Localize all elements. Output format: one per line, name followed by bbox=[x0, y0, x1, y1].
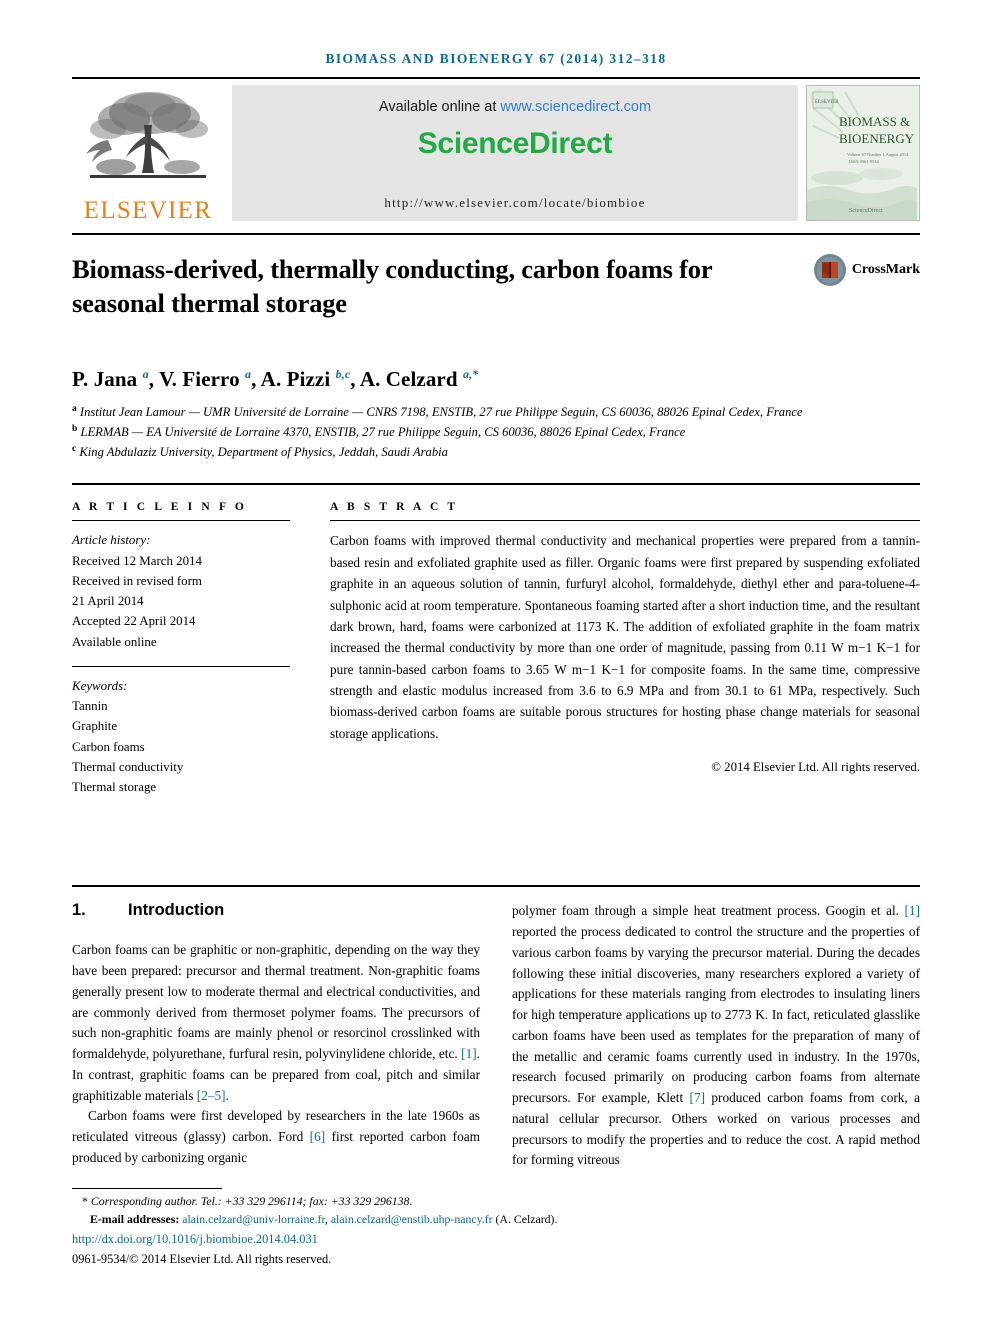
intro-paragraph-1: Carbon foams can be graphitic or non-gra… bbox=[72, 942, 480, 1103]
doi-link[interactable]: http://dx.doi.org/10.1016/j.biombioe.201… bbox=[72, 1230, 920, 1249]
history-item: Available online bbox=[72, 634, 157, 649]
email-label: E-mail addresses: bbox=[90, 1211, 180, 1226]
keyword-item: Tannin bbox=[72, 699, 108, 714]
svg-text:BIOMASS &: BIOMASS & bbox=[839, 114, 910, 129]
author-list: P. Jana a, V. Fierro a, A. Pizzi b,c, A.… bbox=[72, 367, 479, 391]
author-affil-mark: a,* bbox=[462, 367, 479, 381]
keyword-item: Graphite bbox=[72, 719, 118, 734]
keyword-list: Keywords: Tannin Graphite Carbon foams T… bbox=[72, 676, 290, 798]
history-item: 21 April 2014 bbox=[72, 594, 144, 609]
abstract-heading: A B S T R A C T bbox=[330, 501, 459, 514]
svg-text:ELSEVIER: ELSEVIER bbox=[815, 100, 839, 105]
body-section-rule bbox=[72, 885, 920, 888]
journal-masthead: ELSEVIER Available online at www.science… bbox=[72, 79, 920, 229]
email-addresses-line: E-mail addresses: alain.celzard@univ-lor… bbox=[90, 1211, 558, 1226]
affiliation-item: a Institut Jean Lamour — UMR Université … bbox=[72, 402, 862, 422]
issn-copyright-line: 0961-9534/© 2014 Elsevier Ltd. All right… bbox=[72, 1251, 332, 1266]
history-item: Accepted 22 April 2014 bbox=[72, 614, 196, 629]
author-affil-mark: a bbox=[142, 367, 149, 381]
affiliation-mark: b bbox=[72, 423, 78, 434]
sciencedirect-banner: Available online at www.sciencedirect.co… bbox=[232, 85, 798, 221]
affiliation-list: a Institut Jean Lamour — UMR Université … bbox=[72, 402, 862, 461]
elsevier-tree-icon bbox=[86, 92, 208, 178]
journal-cover-thumbnail: ELSEVIER BIOMASS & BIOENERGY Volume 67 N… bbox=[806, 85, 920, 221]
section-title: Introduction bbox=[128, 901, 225, 920]
author-affil-mark: b,c bbox=[335, 367, 351, 381]
keyword-item: Thermal conductivity bbox=[72, 759, 184, 774]
abstract-copyright: © 2014 Elsevier Ltd. All rights reserved… bbox=[711, 760, 920, 775]
intro-paragraph-3: polymer foam through a simple heat treat… bbox=[512, 903, 920, 1168]
citation-ref[interactable]: [6] bbox=[310, 1129, 326, 1144]
abstract-rule bbox=[330, 520, 920, 522]
keyword-item: Carbon foams bbox=[72, 739, 145, 754]
svg-text:Volume 67 Number 1 August 20: Volume 67 Number 1 August 2014 bbox=[847, 152, 909, 157]
email-suffix: (A. Celzard). bbox=[495, 1211, 558, 1226]
body-column-left: 1. Introduction Carbon foams can be grap… bbox=[72, 901, 480, 1171]
crossmark-icon bbox=[813, 254, 846, 286]
body-column-right: polymer foam through a simple heat treat… bbox=[512, 901, 920, 1171]
abstract-text: Carbon foams with improved thermal condu… bbox=[330, 533, 920, 741]
info-section-rule bbox=[72, 483, 920, 486]
article-history-label: Article history: bbox=[72, 533, 151, 548]
running-head: BIOMASS AND BIOENERGY 67 (2014) 312–318 bbox=[325, 51, 667, 66]
svg-text:ScienceDirect: ScienceDirect bbox=[849, 208, 883, 214]
asterisk-icon: * bbox=[82, 1194, 88, 1208]
title-block: Biomass-derived, thermally conducting, c… bbox=[72, 253, 920, 341]
email-link-1[interactable]: alain.celzard@univ-lorraine.fr bbox=[182, 1212, 325, 1226]
section-number: 1. bbox=[72, 901, 86, 920]
affiliation-mark: c bbox=[72, 443, 77, 454]
keywords-rule bbox=[72, 665, 290, 667]
affiliation-text: LERMAB — EA Université de Lorraine 4370,… bbox=[80, 425, 686, 439]
article-info-heading: A R T I C L E I N F O bbox=[72, 501, 247, 514]
svg-text:BIOENERGY: BIOENERGY bbox=[839, 131, 915, 146]
citation-ref[interactable]: [1] bbox=[461, 1046, 477, 1061]
citation-ref[interactable]: [1] bbox=[904, 903, 920, 918]
elsevier-wordmark: ELSEVIER bbox=[83, 197, 213, 224]
article-info-rule bbox=[72, 520, 290, 522]
svg-text:ISSN 0961-9534: ISSN 0961-9534 bbox=[849, 159, 879, 164]
affiliation-item: b LERMAB — EA Université de Lorraine 437… bbox=[72, 422, 862, 442]
affiliation-item: c King Abdulaziz University, Department … bbox=[72, 442, 862, 462]
affiliation-mark: a bbox=[72, 404, 77, 414]
sciencedirect-link[interactable]: www.sciencedirect.com bbox=[500, 99, 651, 115]
journal-cover-art: ELSEVIER BIOMASS & BIOENERGY Volume 67 N… bbox=[807, 86, 917, 220]
article-info-column: A R T I C L E I N F O Article history: R… bbox=[72, 501, 290, 797]
affiliation-text: King Abdulaziz University, Department of… bbox=[79, 444, 448, 459]
info-abstract-section: A R T I C L E I N F O Article history: R… bbox=[72, 501, 920, 797]
page-title: Biomass-derived, thermally conducting, c… bbox=[72, 254, 712, 318]
body-columns: 1. Introduction Carbon foams can be grap… bbox=[72, 901, 920, 1171]
section-heading-introduction: 1. Introduction bbox=[72, 901, 480, 920]
elsevier-logo: ELSEVIER bbox=[72, 79, 224, 229]
affiliation-text: Institut Jean Lamour — UMR Université de… bbox=[79, 405, 803, 420]
citation-ref[interactable]: [2–5] bbox=[197, 1088, 226, 1103]
journal-homepage-url: http://www.elsevier.com/locate/biombioe bbox=[384, 195, 646, 210]
keywords-label: Keywords: bbox=[72, 678, 128, 693]
article-history: Article history: Received 12 March 2014 … bbox=[72, 530, 290, 652]
crossmark-label: CrossMark bbox=[851, 262, 920, 277]
available-online-line: Available online at www.sciencedirect.co… bbox=[379, 99, 651, 115]
article-page: BIOMASS AND BIOENERGY 67 (2014) 312–318 bbox=[0, 0, 992, 1323]
abstract-column: A B S T R A C T Carbon foams with improv… bbox=[330, 501, 920, 797]
email-link-2[interactable]: alain.celzard@enstib.uhp-nancy.fr bbox=[331, 1212, 493, 1226]
author-affil-mark: a bbox=[245, 367, 252, 381]
history-item: Received in revised form bbox=[72, 573, 202, 588]
keyword-item: Thermal storage bbox=[72, 780, 157, 795]
history-item: Received 12 March 2014 bbox=[72, 553, 202, 568]
corresponding-author-note: * Corresponding author. Tel.: +33 329 29… bbox=[72, 1193, 920, 1211]
masthead-rule bbox=[72, 233, 920, 235]
intro-paragraph-2: Carbon foams were first developed by res… bbox=[72, 1108, 480, 1165]
page-footnote: * Corresponding author. Tel.: +33 329 29… bbox=[72, 1188, 920, 1269]
crossmark-badge[interactable]: CrossMark bbox=[813, 253, 920, 287]
corresponding-author-text: Corresponding author. Tel.: +33 329 2961… bbox=[90, 1194, 413, 1208]
sciencedirect-logo: ScienceDirect bbox=[417, 127, 613, 160]
footnote-rule bbox=[72, 1188, 222, 1189]
citation-ref[interactable]: [7] bbox=[690, 1090, 706, 1105]
available-online-text: Available online at bbox=[378, 99, 501, 115]
